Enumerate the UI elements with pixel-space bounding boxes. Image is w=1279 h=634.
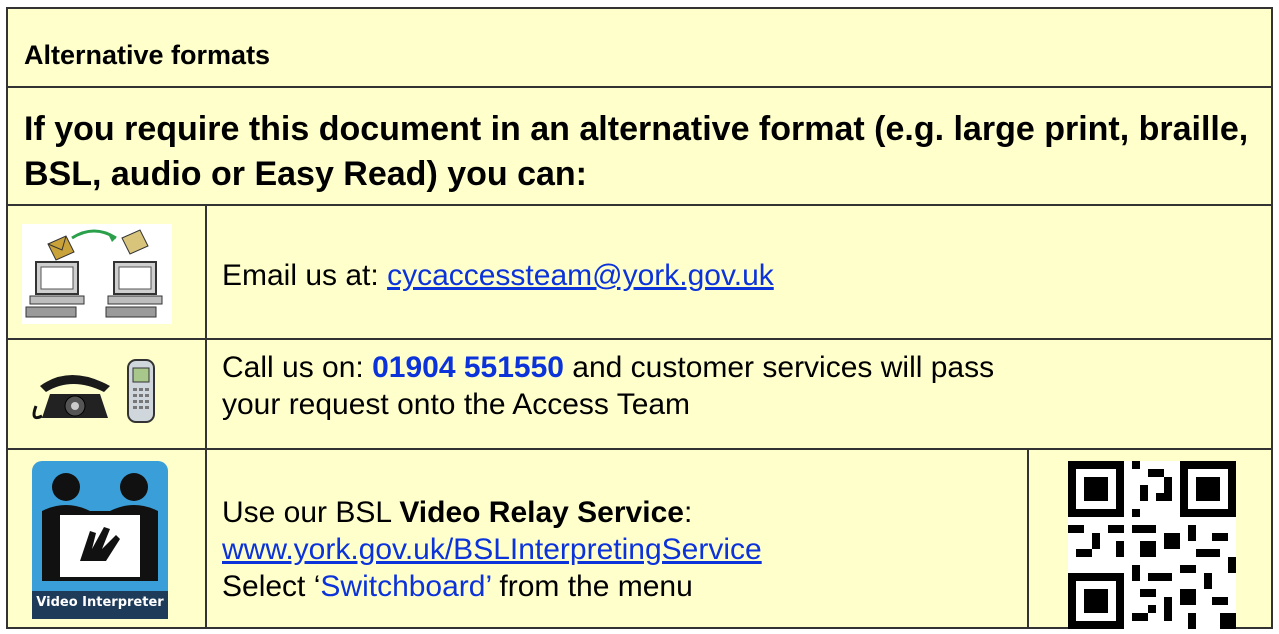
select-suffix: from the menu xyxy=(491,570,693,603)
email-computers-icon xyxy=(22,224,172,329)
switchboard-text: Switchboard’ xyxy=(320,570,492,603)
divider xyxy=(1027,448,1029,629)
video-line-2: www.york.gov.uk/BSLInterpretingService xyxy=(222,531,762,568)
email-link[interactable]: cycaccessteam@york.gov.uk xyxy=(387,259,774,292)
alternative-formats-box: Alternative formats If you require this … xyxy=(6,7,1273,629)
qr-code-icon[interactable] xyxy=(1068,461,1236,634)
email-line: Email us at: cycaccessteam@york.gov.uk xyxy=(222,257,774,294)
video-line-3: Select ‘Switchboard’ from the menu xyxy=(222,568,693,605)
bsl-service-link[interactable]: www.york.gov.uk/BSLInterpretingService xyxy=(222,533,762,566)
email-label: Email us at: xyxy=(222,259,388,292)
video-service: Video Relay Service xyxy=(399,496,684,529)
phone-prefix: Call us on: xyxy=(222,351,373,384)
divider xyxy=(8,204,1271,206)
phone-suffix: and customer services will pass xyxy=(563,351,995,384)
telephone-icon xyxy=(30,356,170,433)
phone-line-2: your request onto the Access Team xyxy=(222,388,691,421)
divider xyxy=(8,338,1271,340)
video-line-1: Use our BSL Video Relay Service: xyxy=(222,494,692,531)
intro-text: If you require this document in an alter… xyxy=(24,110,1249,193)
video-interpreter-icon: Video Interpreter xyxy=(32,461,168,624)
video-colon: : xyxy=(683,496,693,529)
divider xyxy=(8,86,1271,88)
section-heading: Alternative formats xyxy=(24,40,271,70)
divider xyxy=(8,448,1271,450)
select-prefix: Select ‘ xyxy=(222,570,321,603)
phone-line-1: Call us on: 01904 551550 and customer se… xyxy=(222,349,994,386)
video-interpreter-label: Video Interpreter xyxy=(36,595,164,610)
divider xyxy=(205,204,207,629)
phone-number: 01904 551550 xyxy=(372,351,564,384)
video-prefix: Use our BSL xyxy=(222,496,400,529)
